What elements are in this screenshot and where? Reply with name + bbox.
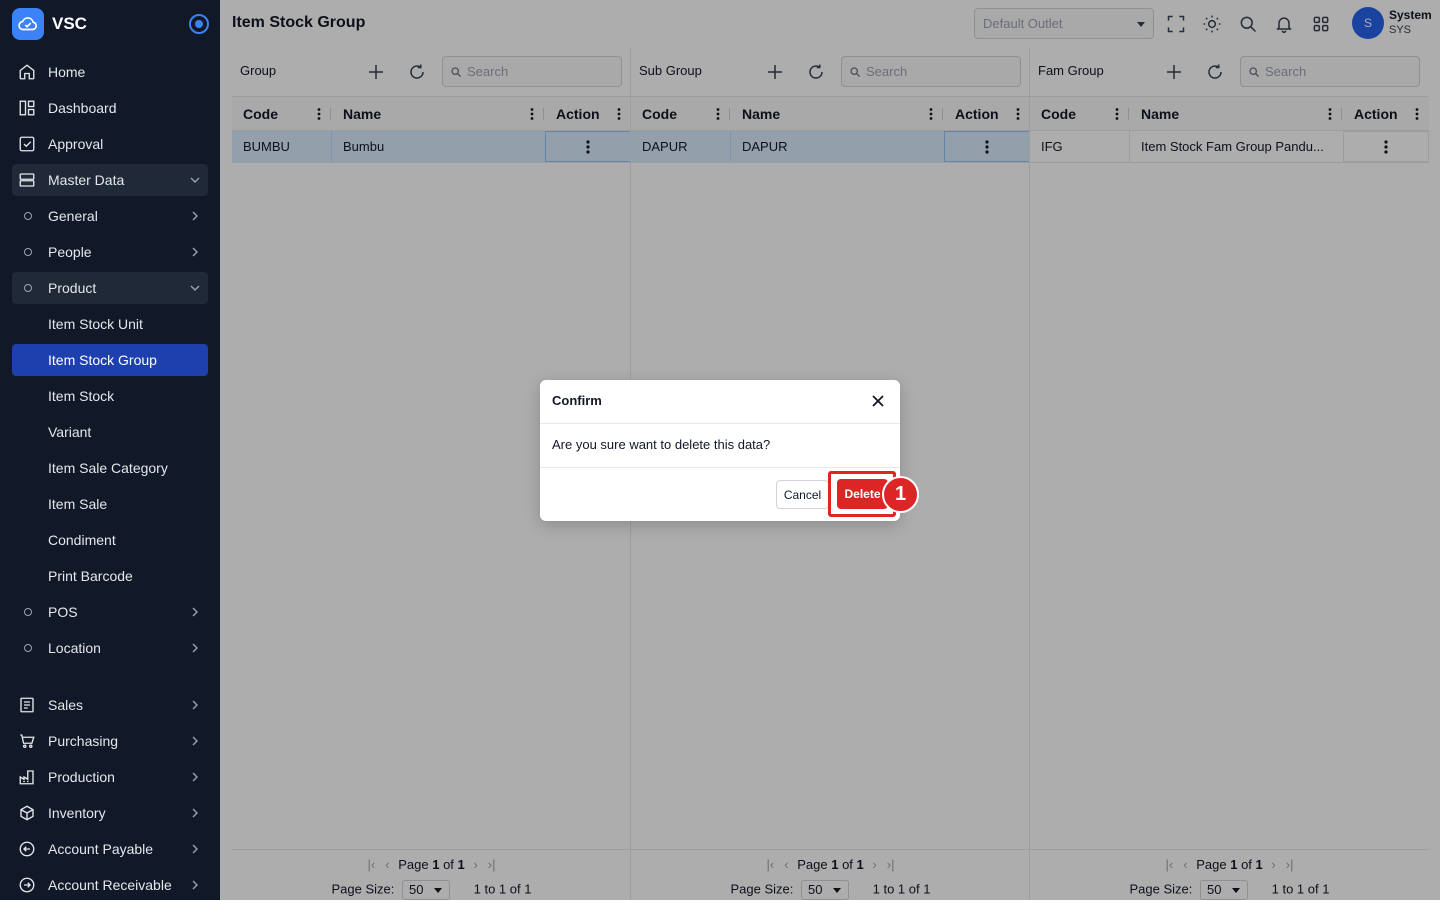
cloud-logo-icon (12, 8, 44, 40)
chevron-right-icon (192, 607, 198, 617)
sidebar-item-condiment[interactable]: Condiment (12, 524, 208, 556)
sidebar-item-product[interactable]: Product (12, 272, 208, 304)
sidebar-item-label: Dashboard (48, 100, 117, 116)
delete-button[interactable]: Delete (837, 479, 888, 509)
circle-icon (24, 248, 32, 256)
sidebar-toggle-button[interactable] (189, 14, 209, 34)
sidebar-item-label: Item Stock (48, 388, 115, 404)
box-icon (20, 805, 34, 821)
chevron-right-icon (192, 880, 198, 890)
approval-icon (19, 136, 35, 152)
dialog-title: Confirm (552, 393, 602, 408)
sidebar-item-dashboard[interactable]: Dashboard (12, 92, 208, 124)
sidebar: VSC Home Dashboard Approval Master Data … (0, 0, 220, 900)
sidebar-item-label: POS (48, 604, 78, 620)
sidebar-item-item-stock-unit[interactable]: Item Stock Unit (12, 308, 208, 340)
sidebar-item-master-data[interactable]: Master Data (12, 164, 208, 196)
sidebar-item-item-sale[interactable]: Item Sale (12, 488, 208, 520)
sidebar-item-label: Account Receivable (48, 877, 172, 893)
chevron-right-icon (192, 808, 198, 818)
sidebar-item-label: Item Stock Unit (48, 316, 143, 332)
sidebar-item-people[interactable]: People (12, 236, 208, 268)
dialog-divider (540, 423, 900, 424)
sidebar-item-item-stock[interactable]: Item Stock (12, 380, 208, 412)
sidebar-item-purchasing[interactable]: Purchasing (12, 725, 208, 757)
sidebar-item-label: Condiment (48, 532, 116, 548)
sidebar-item-inventory[interactable]: Inventory (12, 797, 208, 829)
app-name: VSC (52, 14, 87, 33)
arrow-right-circle-icon (19, 877, 35, 893)
arrow-left-circle-icon (19, 841, 35, 857)
production-icon (19, 770, 34, 785)
brand[interactable]: VSC (12, 8, 87, 40)
sidebar-item-general[interactable]: General (12, 200, 208, 232)
sidebar-item-location[interactable]: Location (12, 632, 208, 664)
sidebar-item-sales[interactable]: Sales (12, 689, 208, 721)
sidebar-item-label: Home (48, 64, 86, 80)
circle-icon (24, 608, 32, 616)
step-badge: 1 (882, 476, 919, 513)
radio-dot-icon (195, 20, 203, 28)
circle-icon (24, 644, 32, 652)
sidebar-item-approval[interactable]: Approval (12, 128, 208, 160)
sidebar-item-home[interactable]: Home (12, 56, 208, 88)
sidebar-item-label: People (48, 244, 92, 260)
sidebar-item-label: Master Data (48, 172, 125, 188)
cancel-button[interactable]: Cancel (776, 480, 829, 509)
chevron-right-icon (192, 844, 198, 854)
chevron-down-icon (190, 285, 200, 291)
chevron-right-icon (192, 772, 198, 782)
chevron-right-icon (192, 247, 198, 257)
dialog-message: Are you sure want to delete this data? (552, 437, 771, 452)
cart-icon (20, 734, 35, 749)
sidebar-item-label: Product (48, 280, 97, 296)
dashboard-icon (19, 100, 35, 116)
sidebar-item-print-barcode[interactable]: Print Barcode (12, 560, 208, 592)
sidebar-item-label: General (48, 208, 98, 224)
home-icon (19, 64, 35, 80)
sidebar-item-label: Item Stock Group (48, 352, 157, 368)
sidebar-item-label: Account Payable (48, 841, 154, 857)
sidebar-item-variant[interactable]: Variant (12, 416, 208, 448)
sidebar-item-label: Item Sale Category (48, 460, 168, 476)
close-icon[interactable] (871, 394, 885, 408)
sidebar-item-label: Item Sale (48, 496, 108, 512)
sidebar-item-production[interactable]: Production (12, 761, 208, 793)
chevron-down-icon (190, 177, 200, 183)
sidebar-item-label: Location (48, 640, 101, 656)
sidebar-item-label: Print Barcode (48, 568, 133, 584)
sidebar-item-item-sale-category[interactable]: Item Sale Category (12, 452, 208, 484)
sidebar-item-pos[interactable]: POS (12, 596, 208, 628)
circle-icon (24, 284, 32, 292)
sidebar-item-label: Sales (48, 697, 84, 713)
sidebar-item-label: Inventory (48, 805, 106, 821)
sidebar-item-label: Approval (48, 136, 104, 152)
chevron-right-icon (192, 643, 198, 653)
dialog-divider (540, 467, 900, 468)
sidebar-item-item-stock-group[interactable]: Item Stock Group (12, 344, 208, 376)
sidebar-item-label: Production (48, 769, 115, 785)
sales-icon (20, 697, 34, 713)
sidebar-item-label: Variant (48, 424, 92, 440)
master-data-icon (19, 173, 35, 187)
circle-icon (24, 212, 32, 220)
sidebar-item-label: Purchasing (48, 733, 119, 749)
chevron-right-icon (192, 736, 198, 746)
chevron-right-icon (192, 211, 198, 221)
sidebar-item-account-receivable[interactable]: Account Receivable (12, 869, 208, 901)
confirm-dialog: Confirm Are you sure want to delete this… (540, 380, 900, 521)
sidebar-item-account-payable[interactable]: Account Payable (12, 833, 208, 865)
chevron-right-icon (192, 700, 198, 710)
